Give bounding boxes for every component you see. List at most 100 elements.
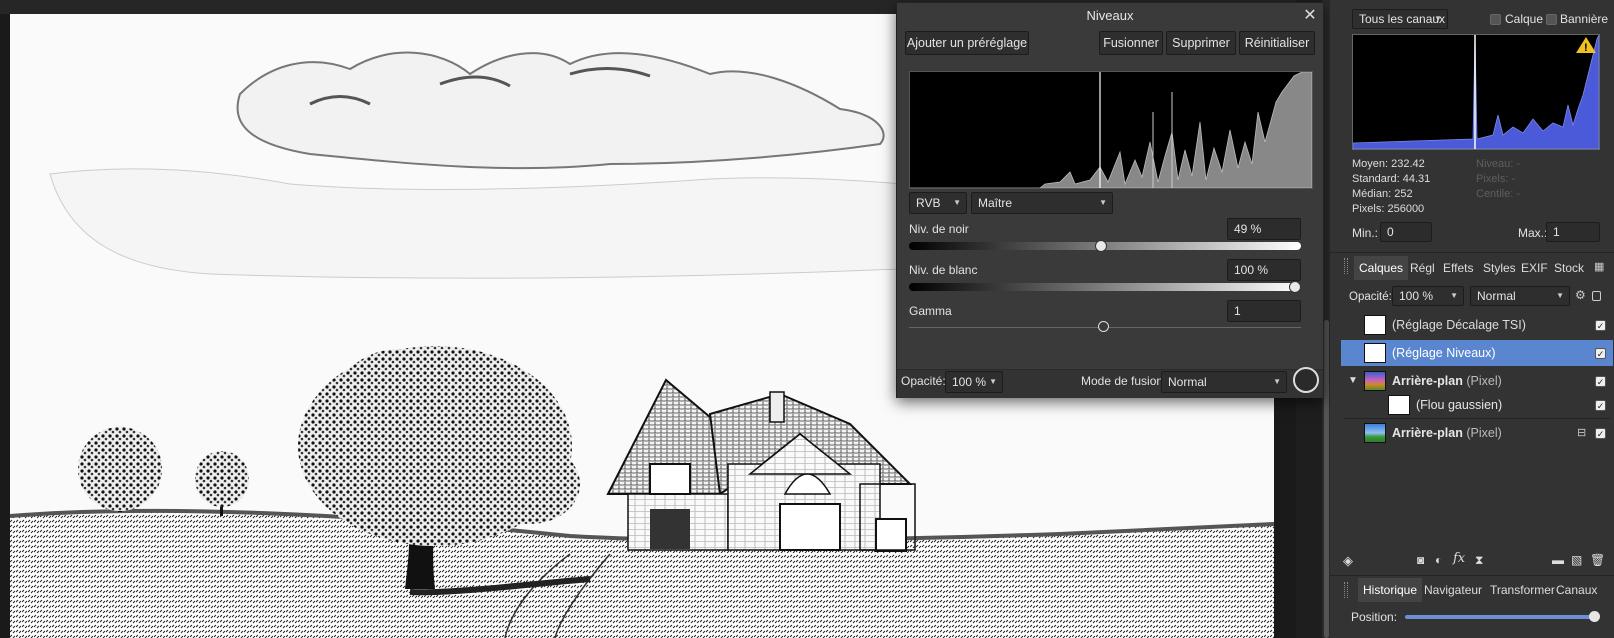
lock-icon[interactable] bbox=[1592, 291, 1601, 301]
blend-mode-dropdown[interactable]: Normal ▼ bbox=[1161, 371, 1287, 393]
tab-layers[interactable]: Calques bbox=[1354, 256, 1409, 280]
panel-grip-icon[interactable] bbox=[1344, 582, 1348, 598]
lock-icon[interactable]: ⊟ bbox=[1577, 420, 1586, 446]
max-label: Max.: bbox=[1518, 226, 1548, 240]
tab-exif[interactable]: EXIF bbox=[1521, 256, 1548, 280]
fx-icon[interactable]: fx bbox=[1453, 551, 1465, 566]
opacity-label: Opacité: bbox=[901, 374, 946, 388]
gamma-input[interactable]: 1 bbox=[1227, 300, 1301, 322]
layer-visibility-checkbox[interactable]: ✓ bbox=[1595, 400, 1606, 411]
delete-button[interactable]: Supprimer bbox=[1166, 31, 1236, 55]
stat-row: Moyen: 232.42 bbox=[1352, 158, 1425, 170]
layer-name: Arrière-plan bbox=[1392, 374, 1463, 388]
levels-dialog: Niveaux ✕ Ajouter un préréglage Fusionne… bbox=[896, 2, 1324, 398]
folder-icon[interactable]: ▬ bbox=[1552, 553, 1564, 567]
expand-triangle-icon[interactable]: ▼ bbox=[1348, 368, 1358, 394]
chevron-down-icon: ▼ bbox=[1273, 377, 1281, 386]
banner-checkbox[interactable] bbox=[1546, 14, 1557, 25]
blend-mode-value: Normal bbox=[1168, 375, 1207, 389]
tab-effects[interactable]: Effets bbox=[1443, 256, 1473, 280]
layer-checkbox[interactable] bbox=[1490, 14, 1501, 25]
min-label: Min.: bbox=[1352, 226, 1379, 240]
warning-icon: ! bbox=[1584, 42, 1588, 54]
opacity-value: 100 % bbox=[952, 375, 987, 389]
stat-row: Médian: 252 bbox=[1352, 188, 1413, 200]
panel-divider bbox=[1330, 575, 1614, 576]
history-position-slider[interactable] bbox=[1405, 615, 1595, 619]
white-level-slider-knob[interactable] bbox=[1289, 281, 1301, 293]
tab-stock[interactable]: Stock bbox=[1554, 256, 1584, 280]
channel-mode-dropdown[interactable]: RVB ▼ bbox=[909, 192, 967, 214]
stat-row: Pixels: - bbox=[1476, 173, 1516, 185]
layers-opacity-label: Opacité: bbox=[1349, 291, 1392, 303]
layers-opacity-dropdown[interactable]: 100 % ▼ bbox=[1392, 286, 1464, 306]
reset-button[interactable]: Réinitialiser bbox=[1239, 31, 1315, 55]
chevron-down-icon: ▼ bbox=[1556, 291, 1564, 300]
layer-thumbnail bbox=[1364, 423, 1386, 443]
black-level-slider-knob[interactable] bbox=[1095, 240, 1108, 252]
gamma-slider-knob[interactable] bbox=[1098, 321, 1109, 332]
layer-row[interactable]: Arrière-plan (Pixel) ⊟ ✓ bbox=[1344, 420, 1610, 446]
mask-icon[interactable]: ◙ bbox=[1417, 553, 1424, 567]
tab-history[interactable]: Historique bbox=[1358, 578, 1423, 602]
live-filter-icon[interactable]: ⧗ bbox=[1475, 553, 1483, 568]
panel-menu-icon[interactable]: ▦ bbox=[1594, 260, 1604, 273]
layer-visibility-checkbox[interactable]: ✓ bbox=[1595, 428, 1606, 439]
history-position-knob[interactable] bbox=[1589, 611, 1600, 622]
layer-row[interactable]: (Flou gaussien) ✓ bbox=[1344, 392, 1610, 418]
histogram-channels-dropdown[interactable]: Tous les canaux ▼ bbox=[1352, 9, 1448, 29]
gear-icon[interactable]: ⚙ bbox=[1575, 288, 1586, 302]
layer-row[interactable]: ▼ Arrière-plan (Pixel) ✓ bbox=[1344, 368, 1610, 394]
merge-button[interactable]: Fusionner bbox=[1099, 31, 1163, 55]
white-level-slider[interactable] bbox=[909, 283, 1301, 291]
tab-styles[interactable]: Styles bbox=[1483, 256, 1516, 280]
position-label: Position: bbox=[1351, 610, 1398, 624]
blend-mode-label: Mode de fusion: bbox=[1081, 374, 1167, 388]
white-level-input[interactable]: 100 % bbox=[1227, 259, 1301, 281]
stat-row: Niveau: - bbox=[1476, 158, 1521, 170]
max-input[interactable]: 1 bbox=[1546, 222, 1600, 242]
histogram-graph: ! bbox=[1352, 34, 1600, 150]
chevron-down-icon: ▼ bbox=[1434, 14, 1442, 23]
min-input[interactable]: 0 bbox=[1380, 222, 1432, 242]
chevron-down-icon: ▼ bbox=[1099, 198, 1107, 207]
layer-thumbnail bbox=[1364, 343, 1386, 363]
tab-transform[interactable]: Transformer bbox=[1490, 578, 1555, 602]
chevron-down-icon: ▼ bbox=[953, 198, 961, 207]
black-level-input[interactable]: 49 % bbox=[1227, 218, 1301, 240]
layer-name: (Réglage Niveaux) bbox=[1392, 346, 1496, 360]
layer-visibility-checkbox[interactable]: ✓ bbox=[1595, 376, 1606, 387]
panel-divider bbox=[1330, 252, 1614, 253]
layers-blend-value: Normal bbox=[1477, 289, 1516, 303]
refresh-icon[interactable] bbox=[1293, 367, 1319, 393]
white-level-label: Niv. de blanc bbox=[909, 263, 978, 277]
layer-divider bbox=[1344, 418, 1610, 419]
panel-grip-icon[interactable] bbox=[1344, 258, 1348, 274]
dialog-title: Niveaux bbox=[897, 3, 1323, 29]
tab-channels[interactable]: Canaux bbox=[1556, 578, 1597, 602]
layer-visibility-checkbox[interactable]: ✓ bbox=[1595, 348, 1606, 359]
close-icon[interactable]: ✕ bbox=[1301, 6, 1319, 26]
chevron-down-icon: ▼ bbox=[1450, 291, 1458, 300]
tab-adjustments[interactable]: Régl bbox=[1410, 256, 1435, 280]
layer-visibility-checkbox[interactable]: ✓ bbox=[1595, 320, 1606, 331]
tab-navigator[interactable]: Navigateur bbox=[1424, 578, 1482, 602]
scrollbar-thumb[interactable] bbox=[1324, 320, 1329, 638]
layer-row[interactable]: (Réglage Décalage TSI) ✓ bbox=[1344, 312, 1610, 338]
adjustment-icon[interactable]: ◐ bbox=[1435, 553, 1442, 567]
layers-opacity-value: 100 % bbox=[1399, 289, 1434, 303]
channel-mode-value: RVB bbox=[916, 196, 941, 210]
add-pixel-layer-icon[interactable]: ▧ bbox=[1571, 553, 1582, 567]
trash-icon[interactable]: 🗑 bbox=[1590, 553, 1605, 567]
chevron-down-icon: ▼ bbox=[989, 377, 997, 386]
layers-blend-dropdown[interactable]: Normal ▼ bbox=[1470, 286, 1570, 306]
stat-row: Standard: 44.31 bbox=[1352, 173, 1431, 185]
layers-stack-icon[interactable]: ◈ bbox=[1343, 553, 1353, 569]
channel-dropdown[interactable]: Maître ▼ bbox=[971, 192, 1113, 214]
add-preset-button[interactable]: Ajouter un préréglage bbox=[905, 31, 1029, 55]
opacity-dropdown[interactable]: 100 % ▼ bbox=[945, 371, 1003, 393]
stat-row: Pixels: 256000 bbox=[1352, 203, 1425, 215]
channel-value: Maître bbox=[978, 196, 1013, 210]
layer-row-selected[interactable]: (Réglage Niveaux) ✓ bbox=[1341, 340, 1613, 366]
black-level-label: Niv. de noir bbox=[909, 222, 969, 236]
